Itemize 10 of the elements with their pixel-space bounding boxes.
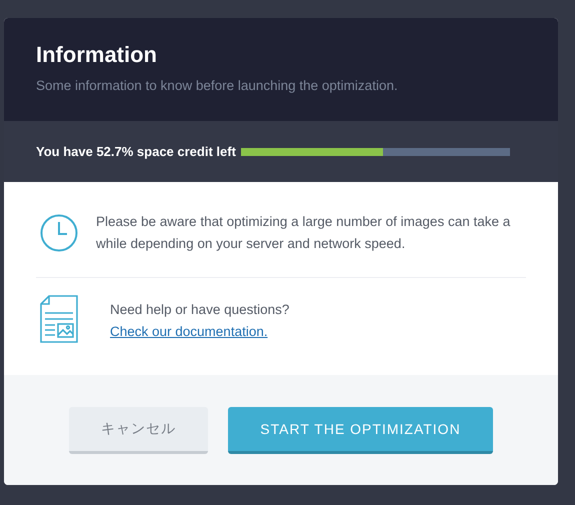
- dialog-subtitle: Some information to know before launching the optimization.: [36, 78, 399, 93]
- credit-label: You have 52.7% space credit left: [36, 144, 236, 159]
- notice-text: Please be aware that optimizing a large number of images can take a while depending on your server and network speed.: [96, 213, 512, 253]
- document-icon: [40, 295, 78, 343]
- clock-icon: [40, 214, 78, 252]
- cancel-button[interactable]: キャンセル: [69, 406, 208, 454]
- documentation-link[interactable]: Check our documentation.: [110, 324, 290, 339]
- notice-text: Need help or have questions?: [110, 301, 290, 319]
- dialog-title: Information: [36, 42, 158, 68]
- start-button[interactable]: START THE OPTIMIZATION: [228, 406, 493, 454]
